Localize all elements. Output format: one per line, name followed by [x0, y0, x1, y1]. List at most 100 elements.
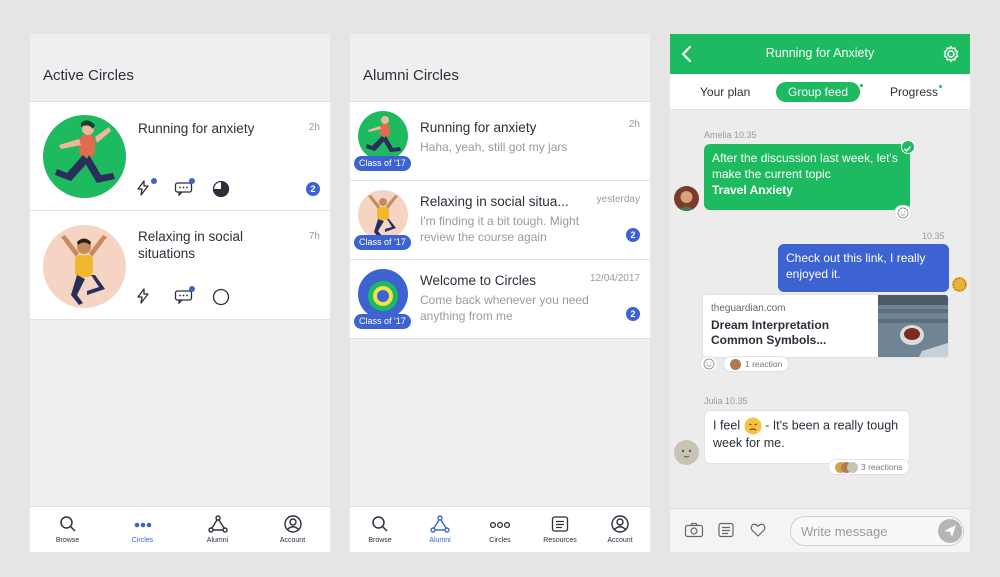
tab-group-feed[interactable]: Group feed [776, 82, 861, 102]
tab-browse[interactable]: Browse [350, 507, 410, 552]
chat-icon[interactable] [174, 178, 195, 196]
tab-progress[interactable]: Progress [890, 82, 938, 102]
list-item[interactable]: Relaxing in social situations 7h [30, 210, 330, 320]
add-reaction-button[interactable] [700, 356, 718, 372]
circle-title: Running for anxiety [420, 120, 537, 135]
tab-label: Account [279, 537, 306, 544]
circles-logo-avatar [358, 269, 408, 319]
bottom-tab-bar: Browse Circles Alumni Account [30, 506, 330, 552]
last-message: I'm finding it a bit tough. Might review… [420, 214, 580, 244]
dots-icon [134, 522, 151, 528]
reaction-count[interactable]: 1 reaction [723, 356, 790, 372]
list-icon [551, 516, 569, 532]
dots-icon [489, 521, 511, 529]
list-item[interactable]: Running for anxiety 2h 2 [30, 101, 330, 211]
notification-dot [189, 178, 195, 184]
active-circles-screen: Active Circles Running for anxiety 2h 2 … [30, 34, 330, 552]
header: Alumni Circles [350, 34, 650, 102]
unread-count-badge: 2 [306, 182, 320, 196]
chat-title: Running for Anxiety [765, 46, 875, 60]
tab-circles[interactable]: Circles [470, 507, 530, 552]
link-preview-card[interactable]: theguardian.com Dream Interpretation Com… [702, 294, 949, 358]
network-icon [207, 515, 228, 533]
message-bubble[interactable]: After the discussion last week, let's ma… [704, 144, 910, 210]
notification-dot [938, 84, 943, 89]
camera-icon[interactable] [684, 522, 704, 543]
reaction-count[interactable]: 3 reactions [828, 459, 910, 475]
avatar[interactable] [952, 277, 967, 292]
message-bold-text: Travel Anxiety [712, 183, 793, 197]
tab-label: Account [607, 537, 633, 544]
sender-meta: Julia 10.35 [704, 396, 748, 406]
avatar[interactable] [674, 440, 699, 465]
search-icon [59, 516, 76, 532]
header: Active Circles [30, 34, 330, 102]
tab-browse[interactable]: Browse [30, 507, 105, 552]
chat-icon[interactable] [174, 286, 195, 304]
bolt-icon[interactable] [136, 178, 157, 196]
settings-button[interactable] [942, 45, 960, 63]
heart-icon[interactable] [750, 522, 766, 543]
timestamp: yesterday [596, 194, 640, 205]
empty-circle-icon[interactable] [212, 288, 232, 306]
link-thumbnail [878, 295, 948, 357]
network-icon [430, 515, 450, 533]
tab-alumni[interactable]: Alumni [410, 507, 470, 552]
list-item[interactable]: Class of '17 Relaxing in social situa...… [350, 180, 650, 260]
user-icon [283, 515, 302, 533]
message-composer [670, 508, 970, 552]
smiley-icon [897, 207, 909, 219]
tab-your-plan[interactable]: Your plan [700, 82, 750, 102]
page-title: Active Circles [43, 67, 134, 84]
chat-header: Running for Anxiety [670, 34, 970, 74]
reaction-label: 3 reactions [861, 462, 903, 472]
message-bubble[interactable]: Check out this link, I really enjoyed it… [778, 244, 949, 292]
notification-dot [189, 286, 195, 292]
tab-label: Resources [543, 537, 577, 544]
last-message: Come back whenever you need anything fro… [420, 293, 589, 323]
notification-dot [859, 83, 864, 88]
circle-title: Welcome to Circles [420, 273, 537, 288]
tab-account[interactable]: Account [255, 507, 330, 552]
link-title: Dream Interpretation Common Symbols... [711, 318, 830, 347]
sad-emoji-icon [744, 417, 762, 435]
tab-alumni[interactable]: Alumni [180, 507, 255, 552]
timestamp: 7h [308, 231, 320, 242]
search-icon [372, 516, 388, 532]
page-title: Alumni Circles [363, 67, 459, 84]
add-reaction-button[interactable] [894, 205, 912, 221]
circle-title: Relaxing in social situa... [420, 194, 569, 209]
send-button[interactable] [938, 519, 962, 543]
tab-label: Circles [131, 537, 154, 544]
segmented-tabs: Your plan Group feed Progress [670, 74, 970, 110]
message-time: 10.35 [922, 231, 945, 241]
runner-avatar [358, 111, 408, 161]
class-badge: Class of '17 [354, 235, 411, 250]
alumni-circles-screen: Alumni Circles Class of '17 Running for … [350, 34, 650, 552]
list-icon[interactable] [718, 522, 734, 543]
reaction-label: 1 reaction [745, 359, 783, 369]
tab-account[interactable]: Account [590, 507, 650, 552]
tab-resources[interactable]: Resources [530, 507, 590, 552]
sender-meta: Amelia 10.35 [704, 130, 757, 140]
tab-label: Browse [368, 537, 392, 544]
send-icon [944, 525, 956, 537]
tab-label: Alumni [206, 537, 229, 544]
group-chat-screen: Running for Anxiety Your plan Group feed… [670, 34, 970, 552]
unread-count-badge: 2 [626, 228, 640, 242]
avatar[interactable] [674, 186, 699, 211]
yoga-illustration [43, 225, 126, 308]
reactor-avatars [835, 461, 858, 473]
circle-title: Running for anxiety [138, 121, 255, 136]
progress-pie-icon[interactable] [212, 180, 232, 198]
reactor-avatar [730, 358, 741, 370]
message-bubble[interactable]: I feel - It's been a really tough week f… [704, 410, 910, 464]
tab-circles[interactable]: Circles [105, 507, 180, 552]
bolt-icon[interactable] [136, 288, 156, 304]
tab-label: Alumni [429, 537, 451, 544]
user-icon [611, 515, 629, 533]
circle-title: Relaxing in social situations [138, 229, 244, 261]
list-item[interactable]: Class of '17 Welcome to Circles 12/04/20… [350, 259, 650, 339]
list-item[interactable]: Class of '17 Running for anxiety 2h Haha… [350, 101, 650, 181]
message-text: Check out this link, I really enjoyed it… [786, 251, 926, 281]
